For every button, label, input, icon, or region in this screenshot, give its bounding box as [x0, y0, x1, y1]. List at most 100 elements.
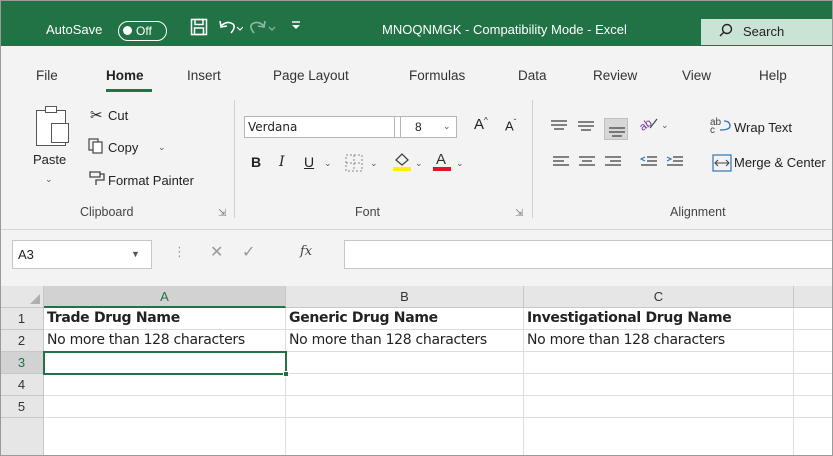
customize-toolbar-icon[interactable]	[290, 18, 302, 38]
autosave-label: AutoSave	[46, 22, 103, 37]
column-header-a[interactable]: A	[44, 286, 286, 308]
cell-b4[interactable]	[286, 374, 524, 396]
cut-icon[interactable]: ✂	[90, 106, 103, 124]
cell-a4[interactable]	[44, 374, 286, 396]
row-header-6[interactable]	[0, 418, 44, 456]
orientation-icon[interactable]: ab	[637, 114, 660, 135]
paste-dropdown-icon[interactable]: ⌄	[45, 174, 53, 185]
select-all-button[interactable]	[0, 286, 44, 308]
tab-data[interactable]: Data	[518, 68, 547, 83]
underline-dropdown-icon[interactable]: ⌄	[324, 158, 332, 169]
font-launcher-icon[interactable]: ⇲	[515, 208, 523, 219]
cell-c1[interactable]: Investigational Drug Name	[524, 308, 794, 330]
column-header-b[interactable]: B	[286, 286, 524, 308]
clipboard-launcher-icon[interactable]: ⇲	[218, 208, 226, 219]
cell-c6[interactable]	[524, 418, 794, 456]
save-icon[interactable]	[190, 18, 208, 40]
wrap-text-icon[interactable]: ab c	[710, 116, 732, 137]
paste-button[interactable]: Paste	[33, 152, 66, 167]
increase-indent-icon[interactable]	[666, 154, 684, 173]
decrease-indent-icon[interactable]	[639, 154, 658, 173]
enter-icon[interactable]: ✓	[242, 242, 255, 262]
insert-function-icon[interactable]: fx	[300, 244, 312, 259]
tab-review[interactable]: Review	[593, 68, 637, 83]
redo-icon[interactable]	[250, 18, 276, 40]
align-top-icon[interactable]	[550, 118, 568, 137]
font-color-icon[interactable]: A	[432, 150, 452, 175]
cell-d2[interactable]	[794, 330, 833, 352]
cell-d5[interactable]	[794, 396, 833, 418]
format-painter-button[interactable]: Format Painter	[108, 173, 194, 188]
underline-button[interactable]: U	[304, 154, 314, 170]
align-middle-icon[interactable]	[577, 118, 595, 137]
tab-insert[interactable]: Insert	[187, 68, 221, 83]
align-right-icon[interactable]	[604, 154, 622, 173]
formula-bar-grip-icon[interactable]: ⋮	[173, 244, 186, 260]
cell-c2[interactable]: No more than 128 characters	[524, 330, 794, 352]
cell-d3[interactable]	[794, 352, 833, 374]
cell-b6[interactable]	[286, 418, 524, 456]
font-size-dropdown-icon[interactable]: ⌄	[443, 121, 451, 132]
cell-a2[interactable]: No more than 128 characters	[44, 330, 286, 352]
cell-a6[interactable]	[44, 418, 286, 456]
fill-color-icon[interactable]	[392, 150, 412, 175]
copy-button[interactable]: Copy	[108, 140, 138, 155]
search-box[interactable]: Search	[701, 19, 833, 45]
row-header-3[interactable]: 3	[0, 352, 44, 374]
borders-dropdown-icon[interactable]: ⌄	[370, 158, 378, 169]
row-header-2[interactable]: 2	[0, 330, 44, 352]
align-center-icon[interactable]	[578, 154, 596, 173]
font-size-box[interactable]: 8 ⌄	[400, 116, 457, 138]
merge-center-icon[interactable]	[712, 154, 732, 175]
fill-color-dropdown-icon[interactable]: ⌄	[415, 158, 423, 169]
formula-input[interactable]	[344, 240, 833, 269]
name-box[interactable]: A3 ▼	[12, 240, 152, 269]
italic-button[interactable]: I	[279, 154, 285, 170]
worksheet-grid[interactable]: A B C 1 2 3 4 5 Trade Drug Name Generic …	[0, 286, 833, 456]
copy-icon[interactable]	[88, 138, 104, 157]
autosave-toggle[interactable]: Off	[118, 21, 167, 41]
cell-a1[interactable]: Trade Drug Name	[44, 308, 286, 330]
cell-b3[interactable]	[286, 352, 524, 374]
name-box-dropdown-icon[interactable]: ▼	[131, 249, 140, 259]
borders-icon[interactable]	[345, 154, 363, 175]
align-left-icon[interactable]	[552, 154, 570, 173]
tab-formulas[interactable]: Formulas	[409, 68, 465, 83]
tab-page-layout[interactable]: Page Layout	[273, 68, 349, 83]
tab-home[interactable]: Home	[106, 68, 144, 83]
paste-icon[interactable]	[36, 106, 69, 146]
merge-center-button[interactable]: Merge & Center	[734, 155, 826, 170]
shrink-font-button[interactable]: Aˇ	[505, 118, 516, 133]
undo-icon[interactable]	[217, 18, 244, 40]
bold-button[interactable]: B	[251, 154, 261, 170]
row-header-1[interactable]: 1	[0, 308, 44, 330]
row-header-4[interactable]: 4	[0, 374, 44, 396]
cell-b2[interactable]: No more than 128 characters	[286, 330, 524, 352]
cell-a5[interactable]	[44, 396, 286, 418]
cell-b1[interactable]: Generic Drug Name	[286, 308, 524, 330]
cell-d4[interactable]	[794, 374, 833, 396]
wrap-text-button[interactable]: Wrap Text	[734, 120, 792, 135]
grow-font-button[interactable]: A^	[474, 116, 488, 133]
format-painter-icon[interactable]	[88, 170, 106, 190]
cell-d1[interactable]	[794, 308, 833, 330]
cancel-icon[interactable]: ✕	[210, 242, 223, 262]
cut-button[interactable]: Cut	[108, 108, 128, 123]
column-header-c[interactable]: C	[524, 286, 794, 308]
orientation-dropdown-icon[interactable]: ⌄	[661, 120, 669, 131]
tab-file[interactable]: File	[36, 68, 58, 83]
column-header-d[interactable]	[794, 286, 833, 308]
tab-view[interactable]: View	[682, 68, 711, 83]
copy-dropdown-icon[interactable]: ⌄	[158, 142, 166, 153]
tab-help[interactable]: Help	[759, 68, 787, 83]
cell-c3[interactable]	[524, 352, 794, 374]
font-name-box[interactable]: Verdana ⌄	[244, 116, 411, 138]
align-bottom-button[interactable]	[604, 118, 628, 140]
title-bar: AutoSave Off MNOQNMGK - Compatibility Mo…	[0, 0, 833, 46]
font-color-dropdown-icon[interactable]: ⌄	[456, 158, 464, 169]
cell-b5[interactable]	[286, 396, 524, 418]
fill-handle[interactable]	[283, 371, 289, 377]
cell-c5[interactable]	[524, 396, 794, 418]
row-header-5[interactable]: 5	[0, 396, 44, 418]
cell-c4[interactable]	[524, 374, 794, 396]
